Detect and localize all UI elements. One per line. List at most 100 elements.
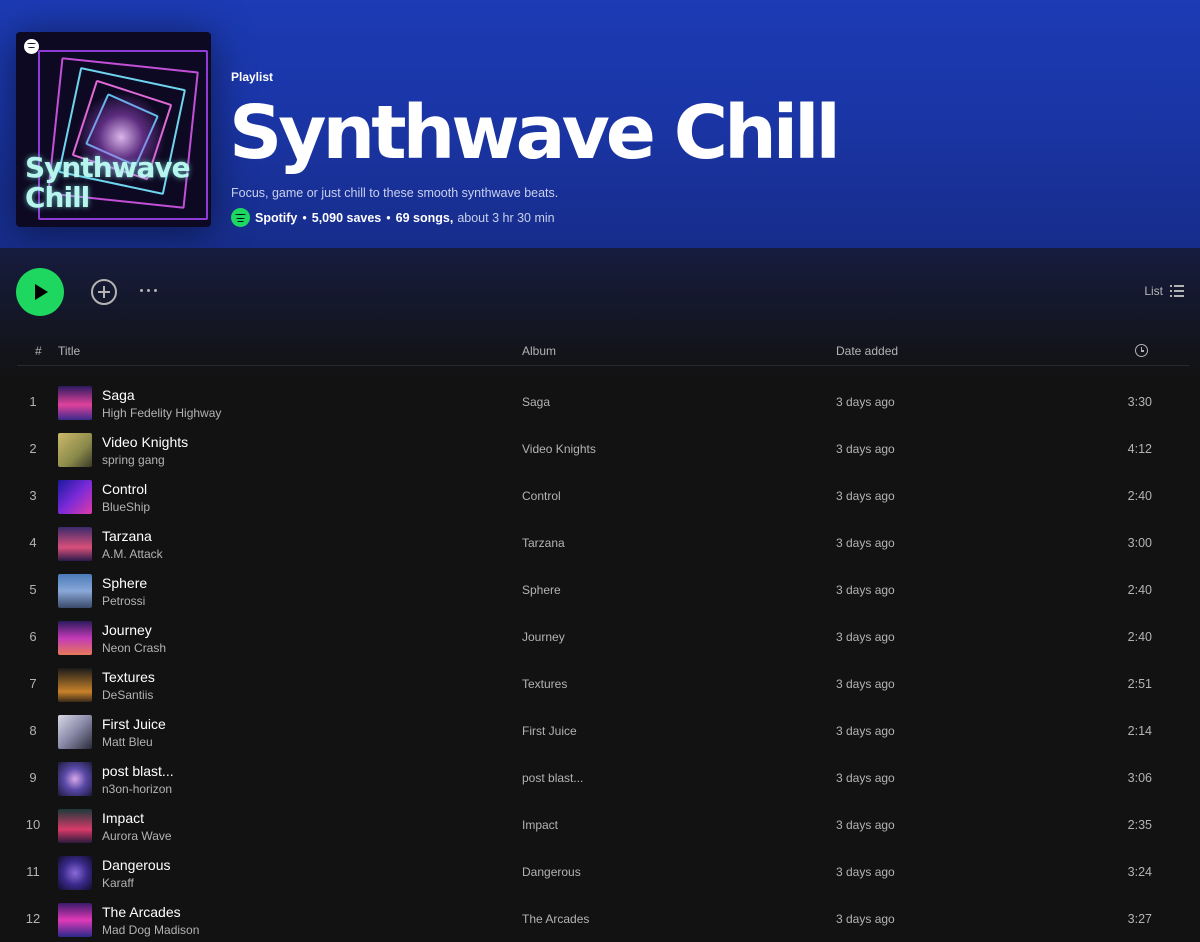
- track-date-added: 3 days ago: [836, 630, 895, 644]
- track-number: 8: [29, 723, 37, 738]
- track-title[interactable]: The Arcades: [102, 904, 181, 920]
- column-date-added[interactable]: Date added: [836, 344, 898, 358]
- track-number: 12: [25, 911, 41, 926]
- track-thumbnail: [58, 856, 92, 890]
- track-date-added: 3 days ago: [836, 912, 895, 926]
- track-artist[interactable]: Karaff: [102, 876, 134, 890]
- track-artist[interactable]: Aurora Wave: [102, 829, 172, 843]
- track-date-added: 3 days ago: [836, 677, 895, 691]
- track-album[interactable]: post blast...: [522, 771, 583, 785]
- track-thumbnail: [58, 903, 92, 937]
- track-date-added: 3 days ago: [836, 395, 895, 409]
- cover-title-line: Synthwave: [25, 151, 191, 184]
- spotify-logo-icon: [24, 39, 39, 54]
- track-duration: 2:35: [1127, 818, 1152, 832]
- track-duration: 2:40: [1127, 489, 1152, 503]
- track-artist[interactable]: Mad Dog Madison: [102, 923, 199, 937]
- track-album[interactable]: Tarzana: [522, 536, 565, 550]
- spotify-icon: [231, 208, 250, 227]
- playlist-description: Focus, game or just chill to these smoot…: [231, 186, 559, 200]
- track-album[interactable]: Video Knights: [522, 442, 596, 456]
- owner-link[interactable]: Spotify: [255, 211, 297, 225]
- track-row[interactable]: 2 Video Knights spring gang Video Knights 3 …: [0, 426, 1200, 473]
- track-number: 2: [29, 441, 37, 456]
- track-title[interactable]: post blast...: [102, 763, 174, 779]
- cover-title: Synthwave Chill: [25, 151, 191, 214]
- separator-dot: •: [386, 210, 391, 225]
- track-album[interactable]: Dangerous: [522, 865, 581, 879]
- track-number: 1: [29, 394, 37, 409]
- track-thumbnail: [58, 715, 92, 749]
- track-date-added: 3 days ago: [836, 489, 895, 503]
- view-mode-label: List: [1144, 284, 1163, 298]
- track-title[interactable]: First Juice: [102, 716, 166, 732]
- track-artist[interactable]: Neon Crash: [102, 641, 166, 655]
- track-title[interactable]: Journey: [102, 622, 152, 638]
- track-title[interactable]: Tarzana: [102, 528, 152, 544]
- track-artist[interactable]: DeSantiis: [102, 688, 153, 702]
- track-row[interactable]: 7 Textures DeSantiis Textures 3 days ago 2:51: [0, 661, 1200, 708]
- track-row[interactable]: 1 Saga High Fedelity Highway Saga 3 days ago…: [0, 379, 1200, 426]
- playlist-title[interactable]: Synthwave Chill: [229, 88, 841, 178]
- track-duration: 2:40: [1127, 583, 1152, 597]
- track-album[interactable]: Textures: [522, 677, 567, 691]
- track-album[interactable]: Sphere: [522, 583, 561, 597]
- view-mode-toggle[interactable]: List: [1144, 284, 1184, 298]
- playlist-cover-art[interactable]: Synthwave Chill: [16, 32, 211, 227]
- track-title[interactable]: Textures: [102, 669, 155, 685]
- track-artist[interactable]: High Fedelity Highway: [102, 406, 221, 420]
- track-row[interactable]: 12 The Arcades Mad Dog Madison The Arcades 3…: [0, 896, 1200, 942]
- track-row[interactable]: 11 Dangerous Karaff Dangerous 3 days ago 3:24: [0, 849, 1200, 896]
- track-album[interactable]: Control: [522, 489, 561, 503]
- track-number: 5: [29, 582, 37, 597]
- track-title[interactable]: Sphere: [102, 575, 147, 591]
- saves-count: 5,090 saves: [311, 210, 382, 225]
- track-album[interactable]: First Juice: [522, 724, 577, 738]
- track-title[interactable]: Dangerous: [102, 857, 171, 873]
- track-title[interactable]: Video Knights: [102, 434, 188, 450]
- track-thumbnail: [58, 480, 92, 514]
- track-artist[interactable]: n3on-horizon: [102, 782, 172, 796]
- track-date-added: 3 days ago: [836, 536, 895, 550]
- track-artist[interactable]: spring gang: [102, 453, 165, 467]
- track-duration: 3:00: [1127, 536, 1152, 550]
- track-artist[interactable]: Petrossi: [102, 594, 145, 608]
- track-date-added: 3 days ago: [836, 583, 895, 597]
- track-title[interactable]: Saga: [102, 387, 135, 403]
- play-button[interactable]: [16, 268, 64, 316]
- track-artist[interactable]: Matt Bleu: [102, 735, 153, 749]
- track-row[interactable]: 9 post blast... n3on-horizon post blast... 3…: [0, 755, 1200, 802]
- column-title[interactable]: Title: [58, 344, 80, 358]
- track-row[interactable]: 3 Control BlueShip Control 3 days ago 2:40: [0, 473, 1200, 520]
- track-row[interactable]: 5 Sphere Petrossi Sphere 3 days ago 2:40: [0, 567, 1200, 614]
- track-album[interactable]: The Arcades: [522, 912, 589, 926]
- track-album[interactable]: Journey: [522, 630, 565, 644]
- add-to-library-button[interactable]: [91, 279, 117, 305]
- clock-icon[interactable]: [1135, 344, 1148, 357]
- track-date-added: 3 days ago: [836, 771, 895, 785]
- track-number: 7: [29, 676, 37, 691]
- track-album[interactable]: Saga: [522, 395, 550, 409]
- play-icon: [35, 284, 48, 300]
- track-artist[interactable]: A.M. Attack: [102, 547, 163, 561]
- track-thumbnail: [58, 386, 92, 420]
- more-options-button[interactable]: [140, 289, 157, 292]
- track-row[interactable]: 6 Journey Neon Crash Journey 3 days ago 2:40: [0, 614, 1200, 661]
- track-album[interactable]: Impact: [522, 818, 558, 832]
- playlist-type-label: Playlist: [231, 70, 274, 84]
- track-title[interactable]: Impact: [102, 810, 144, 826]
- track-number: 10: [25, 817, 41, 832]
- track-artist[interactable]: BlueShip: [102, 500, 150, 514]
- track-row[interactable]: 8 First Juice Matt Bleu First Juice 3 days a…: [0, 708, 1200, 755]
- column-album[interactable]: Album: [522, 344, 556, 358]
- track-row[interactable]: 10 Impact Aurora Wave Impact 3 days ago 2:35: [0, 802, 1200, 849]
- track-title[interactable]: Control: [102, 481, 147, 497]
- track-row[interactable]: 4 Tarzana A.M. Attack Tarzana 3 days ago 3:00: [0, 520, 1200, 567]
- cover-title-line: Chill: [25, 181, 90, 214]
- tracklist: 1 Saga High Fedelity Highway Saga 3 days ago…: [0, 379, 1200, 942]
- track-duration: 4:12: [1127, 442, 1152, 456]
- track-thumbnail: [58, 574, 92, 608]
- track-duration: 3:24: [1127, 865, 1152, 879]
- total-duration: about 3 hr 30 min: [457, 210, 555, 225]
- track-duration: 2:51: [1127, 677, 1152, 691]
